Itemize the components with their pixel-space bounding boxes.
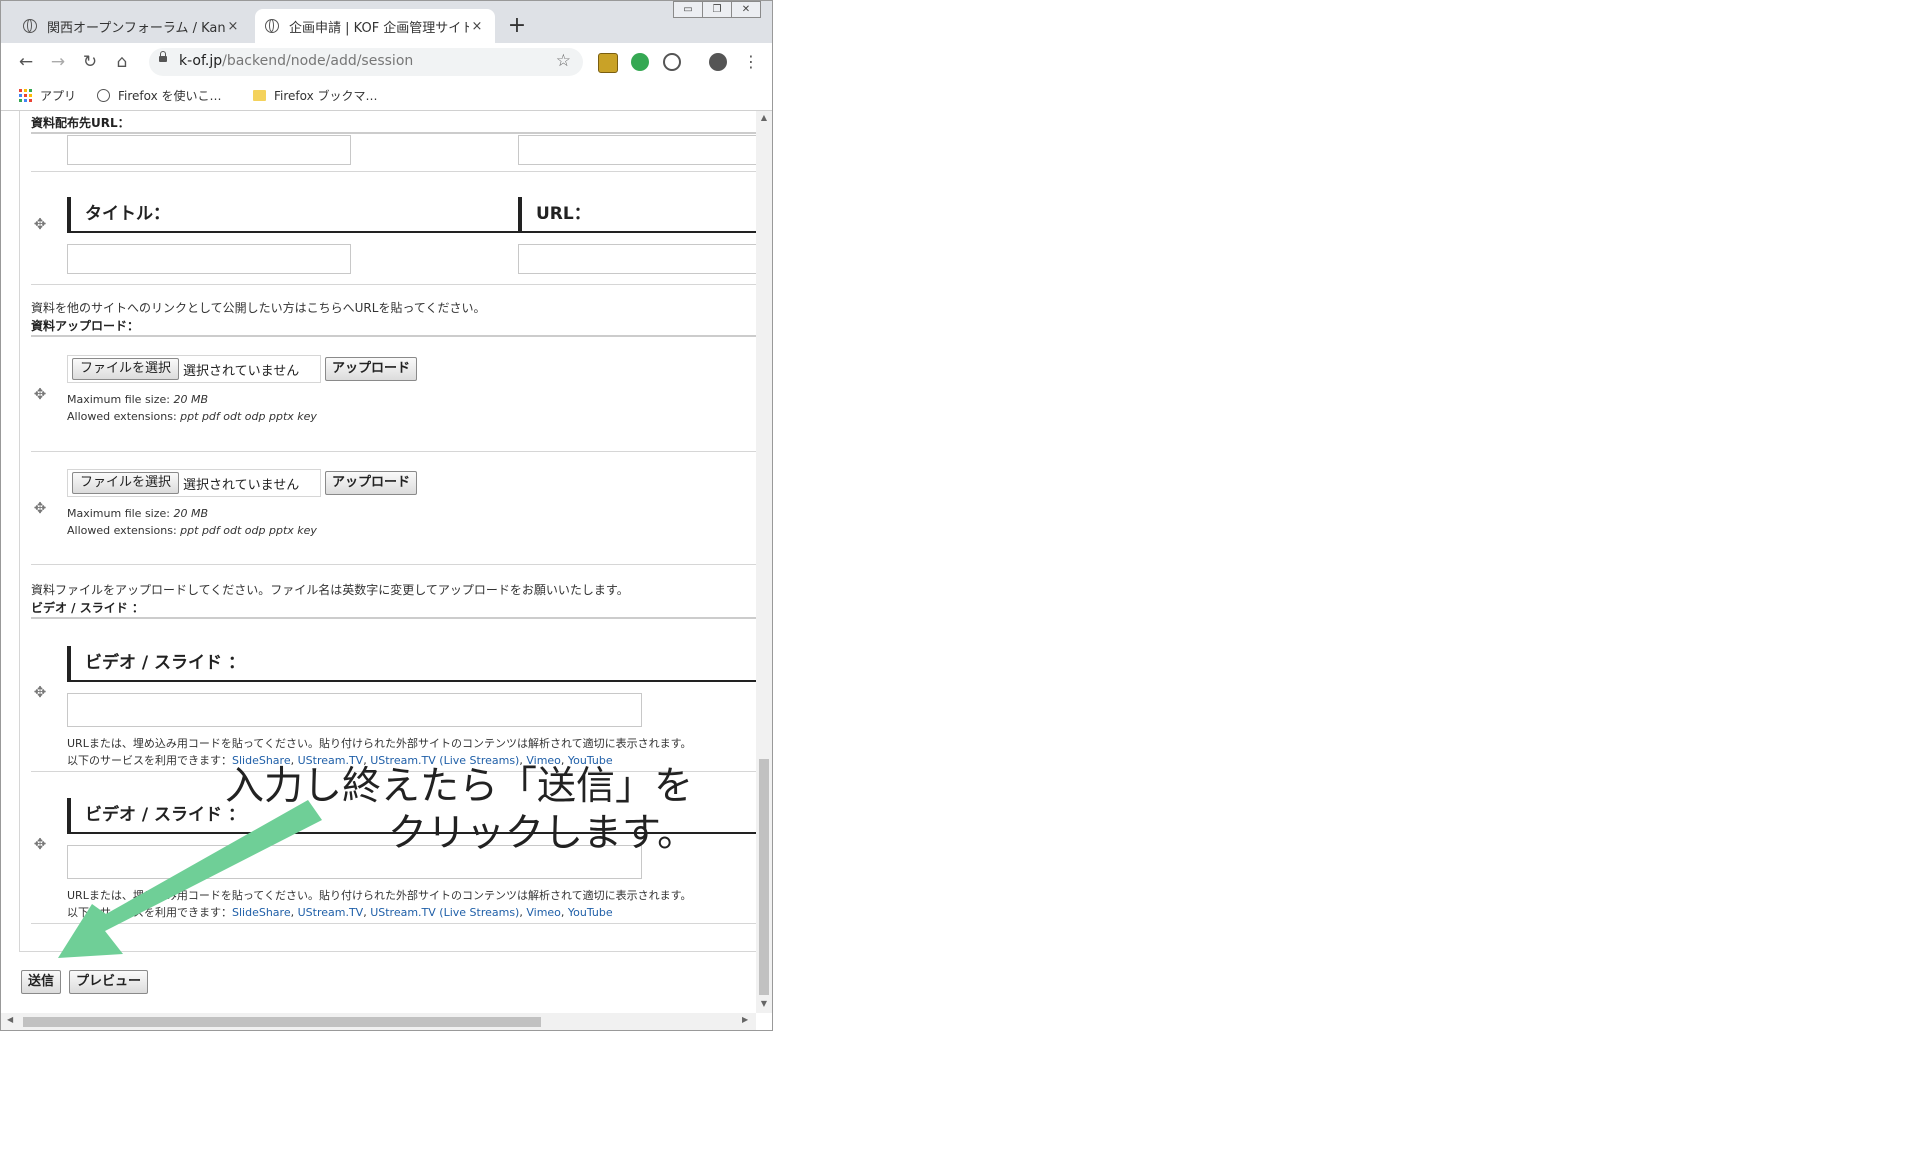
annotation-arrow [58, 800, 322, 958]
green-arrow-icon [58, 800, 322, 958]
screenshot: 関西オープンフォーラム / Kans × 企画申請 | KOF 企画管理サイト … [0, 0, 1920, 1164]
